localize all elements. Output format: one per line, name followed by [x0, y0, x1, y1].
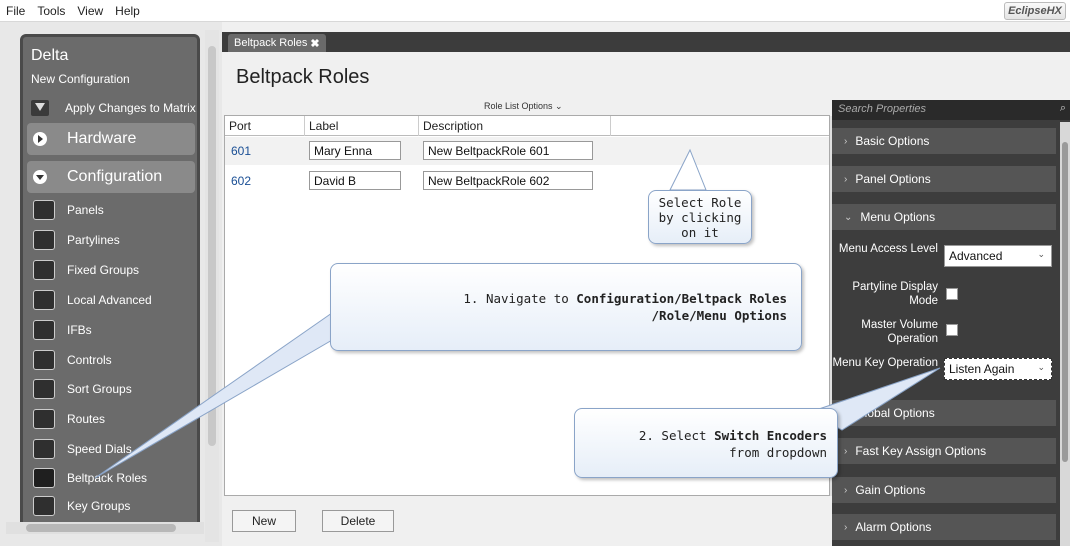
- callout-text: from dropdown: [729, 445, 827, 460]
- callout-bold-text: Configuration/Beltpack Roles /Role/Menu …: [576, 291, 787, 323]
- callout-text: 1. Navigate to: [463, 291, 577, 306]
- select-role-callout: Select Role by clicking on it: [648, 190, 752, 244]
- step2-callout: 2. Select Switch Encoders from dropdown: [574, 408, 838, 478]
- callout-text: Select Role by clicking on it: [658, 195, 742, 240]
- callout-text: 2. Select: [638, 428, 715, 443]
- step1-callout: 1. Navigate to Configuration/Beltpack Ro…: [330, 263, 802, 351]
- callout-bold-text: Switch Encoders: [714, 428, 827, 443]
